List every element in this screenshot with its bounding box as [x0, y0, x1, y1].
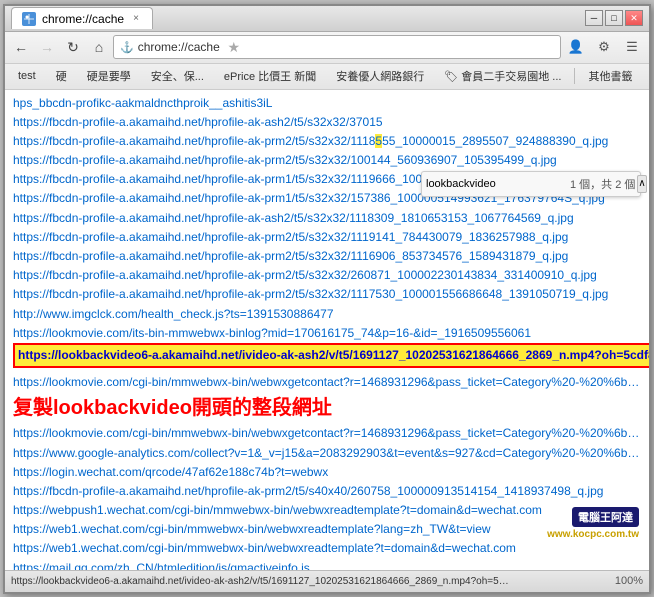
wrench-icon-button[interactable]: ⚙	[591, 35, 617, 59]
close-button[interactable]: ✕	[625, 10, 643, 26]
address-text: chrome://cache	[138, 40, 220, 54]
cache-link-19[interactable]: https://fbcdn-profile-a.akamaihd.net/hpr…	[13, 482, 641, 501]
bookmark-security[interactable]: 安全、保...	[142, 66, 213, 86]
status-bar-right: 100%	[615, 575, 643, 587]
status-url: https://lookbackvideo6-a.akamaihd.net/iv…	[11, 576, 511, 587]
bookmark-trade[interactable]: 🏷 會員二手交易園地 ...	[435, 66, 570, 86]
watermark-logo: 電腦王阿達	[572, 507, 639, 527]
bookmark-hard-study[interactable]: 硬是要學	[78, 66, 140, 86]
bookmark-star-button[interactable]: ★	[224, 37, 244, 57]
title-bar: chrome://cache × ─ □ ✕	[5, 6, 649, 32]
cache-link-17[interactable]: https://www.google-analytics.com/collect…	[13, 444, 641, 463]
bookmarks-bar: test 硬 硬是要學 安全、保... ePrice 比價王 新聞 安養優人網路…	[5, 64, 649, 90]
cache-link-12[interactable]: https://lookmovie.com/its-bin-mmwebwx-bi…	[13, 324, 641, 343]
bookmark-eprice[interactable]: ePrice 比價王 新聞	[215, 66, 325, 86]
bookmark-separator	[574, 68, 575, 84]
cache-link-11[interactable]: http://www.imgclck.com/health_check.js?t…	[13, 305, 641, 324]
cache-link-8[interactable]: https://fbcdn-profile-a.akamaihd.net/hpr…	[13, 247, 641, 266]
menu-button[interactable]: ☰	[619, 35, 645, 59]
browser-body: 1 個，共 2 個 ∧ ∨ ✕ hps_bbcdn-profikc-aakmal…	[5, 90, 649, 570]
cache-link-2[interactable]: https://fbcdn-profile-a.akamaihd.net/hpr…	[13, 132, 641, 151]
cache-link-7[interactable]: https://fbcdn-profile-a.akamaihd.net/hpr…	[13, 228, 641, 247]
zoom-level: 100%	[615, 575, 643, 587]
page-icon: ⚓	[120, 41, 134, 54]
nav-bar: ← → ↻ ⌂ ⚓ chrome://cache ★ 👤 ⚙ ☰	[5, 32, 649, 64]
cache-link-14[interactable]: https://lookmovie.com/cgi-bin/mmwebwx-bi…	[13, 373, 641, 392]
cache-link-3[interactable]: https://fbcdn-profile-a.akamaihd.net/hpr…	[13, 151, 641, 170]
home-button[interactable]: ⌂	[87, 35, 111, 59]
address-bar[interactable]: ⚓ chrome://cache ★	[113, 35, 561, 59]
tab-favicon	[22, 12, 36, 26]
forward-button[interactable]: →	[35, 35, 59, 59]
find-input[interactable]	[426, 178, 568, 190]
cache-link-16[interactable]: https://lookmovie.com/cgi-bin/mmwebwx-bi…	[13, 424, 641, 443]
cache-link-lookbackvideo[interactable]: https://lookbackvideo6-a.akamaihd.net/iv…	[13, 343, 649, 368]
cache-link-22[interactable]: https://web1.wechat.com/cgi-bin/mmwebwx-…	[13, 539, 641, 558]
bookmark-hard[interactable]: 硬	[47, 66, 76, 86]
maximize-button[interactable]: □	[605, 10, 623, 26]
watermark-url: www.kocpc.com.tw	[547, 529, 639, 540]
window-controls: ─ □ ✕	[585, 10, 643, 26]
back-button[interactable]: ←	[9, 35, 33, 59]
person-icon-button[interactable]: 👤	[563, 35, 589, 59]
cache-link-18[interactable]: https://login.wechat.com/qrcode/47af62e1…	[13, 463, 641, 482]
find-toolbar: 1 個，共 2 個 ∧ ∨ ✕	[421, 171, 641, 197]
cache-link-1[interactable]: https://fbcdn-profile-a.akamaihd.net/hpr…	[13, 113, 641, 132]
page-content[interactable]: hps_bbcdn-profikc-aakmaldncthproik__ashi…	[5, 90, 649, 570]
find-count: 1 個，共 2 個	[570, 176, 635, 192]
bookmark-test[interactable]: test	[9, 66, 45, 86]
tab-label: chrome://cache	[42, 12, 124, 26]
find-prev-button[interactable]: ∧	[637, 175, 646, 193]
bookmark-bank[interactable]: 安養優人網路銀行	[327, 66, 433, 86]
annotation-instruction: 复製lookbackvideo開頭的整段網址	[13, 394, 641, 422]
title-bar-left: chrome://cache ×	[11, 7, 581, 29]
status-bar: https://lookbackvideo6-a.akamaihd.net/iv…	[5, 570, 649, 592]
cache-link-10[interactable]: https://fbcdn-profile-a.akamaihd.net/hpr…	[13, 285, 641, 304]
minimize-button[interactable]: ─	[585, 10, 603, 26]
nav-right-icons: 👤 ⚙ ☰	[563, 35, 645, 59]
cache-link-6[interactable]: https://fbcdn-profile-a.akamaihd.net/hpr…	[13, 209, 641, 228]
browser-window: chrome://cache × ─ □ ✕ ← → ↻ ⌂ ⚓ chrome:…	[3, 4, 651, 594]
cache-link-23[interactable]: https://mail.qq.com/zh_CN/htmledition/js…	[13, 559, 641, 570]
cache-link-9[interactable]: https://fbcdn-profile-a.akamaihd.net/hpr…	[13, 266, 641, 285]
watermark: 電腦王阿達 www.kocpc.com.tw	[547, 507, 639, 540]
tab-close-button[interactable]: ×	[130, 13, 142, 25]
reload-button[interactable]: ↻	[61, 35, 85, 59]
cache-link-0[interactable]: hps_bbcdn-profikc-aakmaldncthproik__ashi…	[13, 94, 641, 113]
bookmark-more[interactable]: 其他書籤	[579, 66, 641, 86]
browser-tab[interactable]: chrome://cache ×	[11, 7, 153, 29]
